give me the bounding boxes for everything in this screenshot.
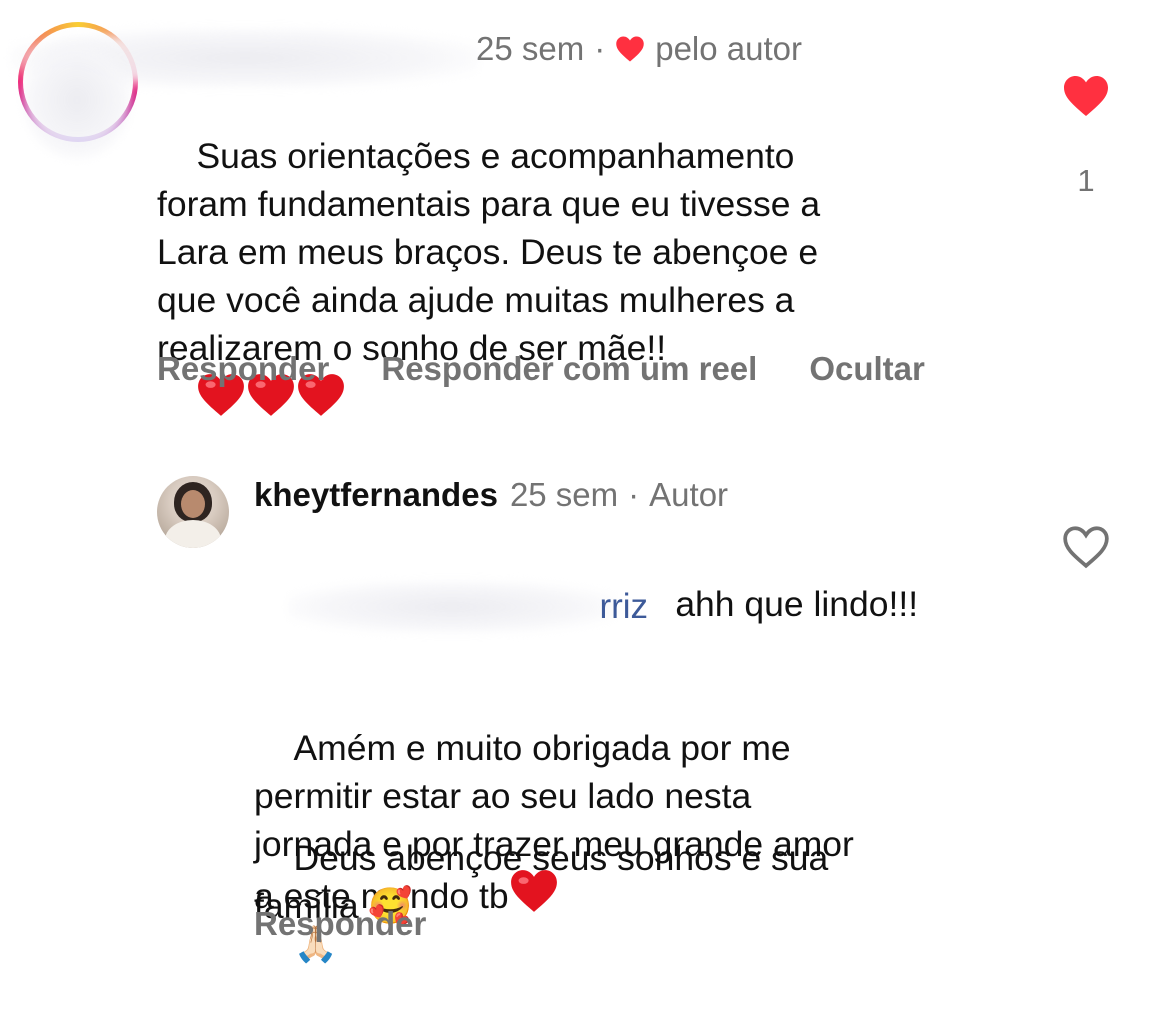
heart-outline-icon[interactable]: [1061, 524, 1111, 570]
avatar[interactable]: [157, 476, 229, 548]
reply-meta: kheytfernandes 25 sem · Autor: [254, 476, 729, 514]
reply-username[interactable]: kheytfernandes: [254, 476, 498, 514]
liked-by-author-label: pelo autor: [655, 30, 802, 67]
author-badge: Autor: [649, 476, 729, 513]
reply-actions: Responder: [254, 905, 478, 943]
comment-actions: Responder Responder com um reel Ocultar: [157, 350, 977, 388]
like-count: 1: [1077, 163, 1095, 198]
redacted-mention[interactable]: rriz: [287, 580, 665, 633]
comment-body: Suas orientações e acompanhamento foram …: [157, 136, 821, 368]
reply-button[interactable]: Responder: [254, 905, 426, 943]
heart-icon: [616, 36, 644, 62]
heart-filled-icon[interactable]: [1062, 74, 1110, 118]
reply-with-reel-button[interactable]: Responder com um reel: [381, 350, 757, 388]
like-column: [1056, 524, 1116, 575]
comment-time: 25 sem: [476, 30, 585, 67]
mention-tail: rriz: [599, 586, 649, 626]
redacted-avatar: [22, 40, 132, 160]
reply-second-paragraph: Deus abençoe seus sonhos e sua família 🥰: [254, 786, 1034, 979]
reply-button[interactable]: Responder: [157, 350, 329, 388]
comment-meta: 25 sem · pelo autor: [476, 30, 802, 67]
reply-time: 25 sem: [509, 476, 619, 513]
hide-button[interactable]: Ocultar: [809, 350, 925, 388]
reply-line1: ahh que lindo!!!: [665, 584, 919, 624]
like-column: 1: [1056, 74, 1116, 199]
comment-text: Suas orientações e acompanhamento foram …: [157, 84, 1037, 472]
